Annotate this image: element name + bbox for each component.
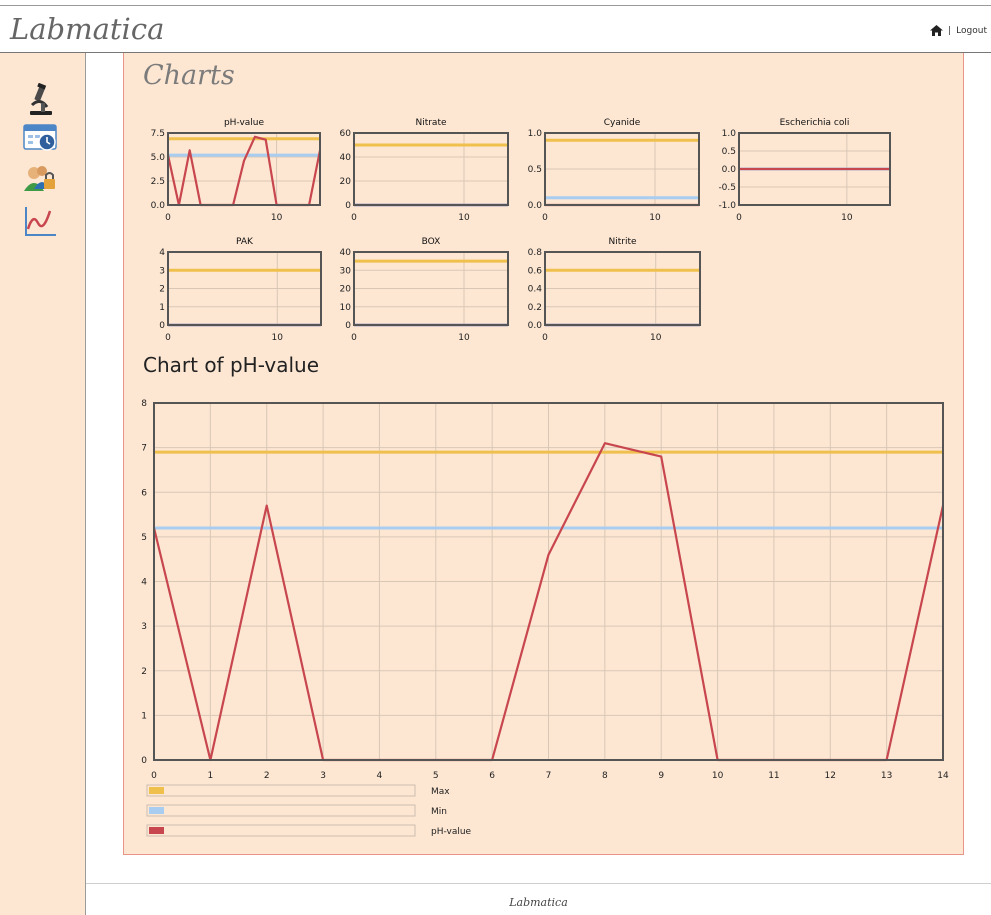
footer-text: Labmatica	[509, 896, 568, 909]
app-logo[interactable]: Labmatica	[10, 12, 164, 46]
home-icon[interactable]	[930, 25, 944, 36]
logout-link[interactable]: Logout	[956, 26, 987, 36]
line-chart-icon[interactable]	[22, 205, 58, 239]
header-actions: | Logout	[930, 25, 987, 36]
footer-divider	[86, 883, 991, 884]
calendar-clock-icon[interactable]	[22, 121, 58, 155]
users-lock-icon[interactable]	[22, 161, 58, 195]
page-title: Charts	[143, 60, 235, 91]
charts-panel	[123, 53, 964, 855]
sidebar	[0, 53, 86, 915]
header: Labmatica | Logout	[0, 6, 991, 52]
microscope-icon[interactable]	[22, 82, 58, 117]
header-separator: |	[948, 25, 952, 36]
main-chart-title: Chart of pH-value	[143, 353, 319, 377]
